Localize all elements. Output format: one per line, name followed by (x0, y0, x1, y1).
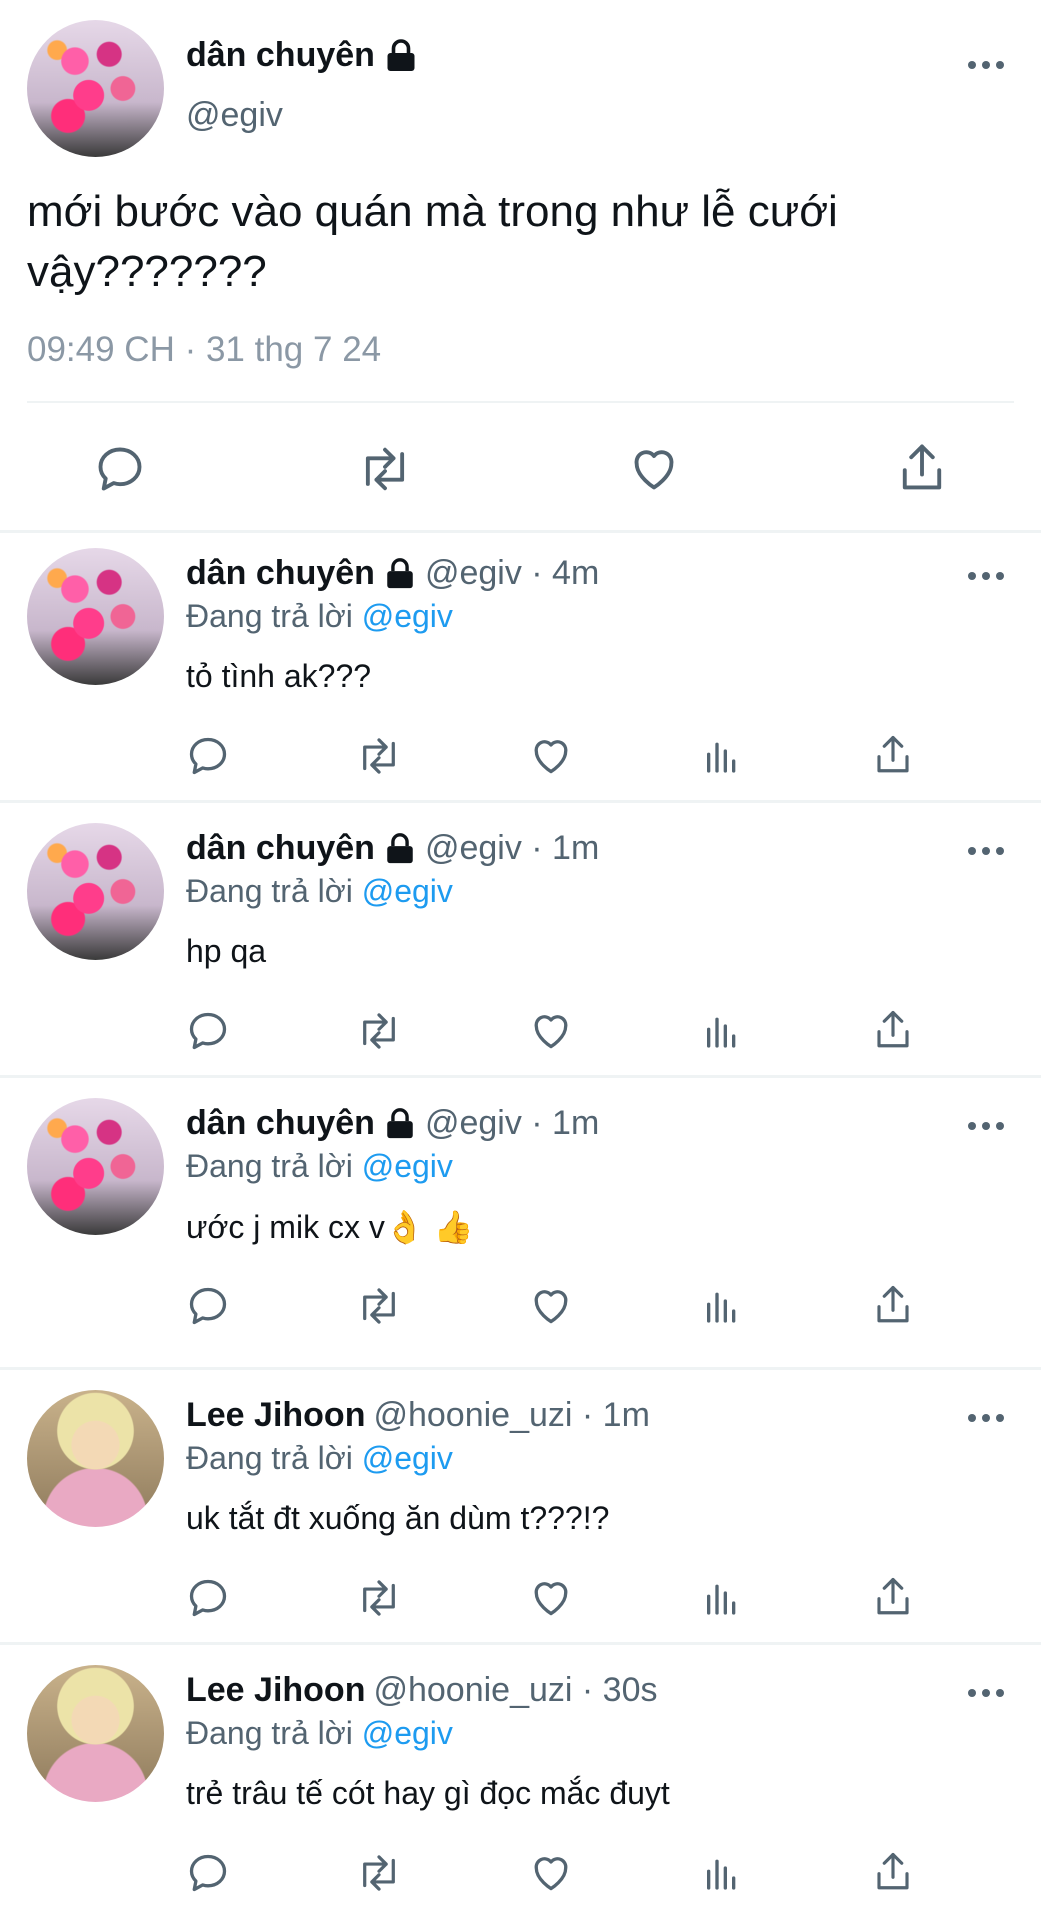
divider (0, 1642, 1041, 1645)
reply-text-content: uk tắt đt xuống ăn dùm t???!? (186, 1500, 610, 1536)
mention-link[interactable]: @egiv (362, 1715, 453, 1751)
reply-header: dân chuyên @egiv · 1m (186, 1104, 599, 1143)
timestamp: 09:49 CH · 31 thg 7 24 (27, 330, 382, 369)
author-handle[interactable]: @hoonie_uzi · 1m (373, 1396, 649, 1435)
replying-to-label: Đang trả lời (186, 598, 353, 634)
share-icon[interactable] (872, 731, 914, 779)
replying-to-label: Đang trả lời (186, 1440, 353, 1476)
share-icon[interactable] (872, 1848, 914, 1896)
lock-icon (387, 832, 413, 863)
author-handle[interactable]: @egiv · 1m (425, 829, 599, 868)
retweet-icon[interactable] (354, 1576, 404, 1620)
avatar[interactable] (27, 548, 164, 685)
analytics-icon[interactable] (702, 734, 742, 778)
more-options-icon[interactable] (966, 1120, 1006, 1132)
author-handle[interactable]: @egiv · 1m (425, 1104, 599, 1143)
reply-icon[interactable] (94, 443, 146, 495)
reply-icon[interactable] (186, 1009, 230, 1053)
author-name[interactable]: dân chuyên (186, 36, 375, 75)
reply-icon[interactable] (186, 1284, 230, 1328)
mention-link[interactable]: @egiv (362, 873, 453, 909)
reply-text: uk tắt đt xuống ăn dùm t???!? (186, 1500, 609, 1537)
like-icon[interactable] (529, 1576, 573, 1620)
avatar[interactable] (27, 1390, 164, 1527)
avatar[interactable] (27, 1665, 164, 1802)
avatar[interactable] (27, 1098, 164, 1235)
lock-icon (387, 1107, 413, 1138)
reply-text: trẻ trâu tế cót hay gì đọc mắc đuyt (186, 1775, 670, 1812)
reply-text-content: ước j mik cx v (186, 1209, 385, 1245)
divider (27, 401, 1014, 403)
retweet-icon[interactable] (355, 443, 415, 495)
divider (0, 1075, 1041, 1078)
analytics-icon[interactable] (702, 1851, 742, 1895)
reply-text-content: trẻ trâu tế cót hay gì đọc mắc đuyt (186, 1775, 670, 1811)
analytics-icon[interactable] (702, 1009, 742, 1053)
share-icon[interactable] (872, 1281, 914, 1329)
reply-header: Lee Jihoon @hoonie_uzi · 1m (186, 1396, 650, 1435)
analytics-icon[interactable] (702, 1284, 742, 1328)
author-handle[interactable]: @hoonie_uzi · 30s (373, 1671, 657, 1710)
tweet-text-line-1: mới bước vào quán mà trong như lễ cưới (27, 187, 838, 236)
author-handle[interactable]: @egiv · 4m (425, 554, 599, 593)
tweet-text-line-2: vậy??????? (27, 247, 267, 296)
mention-link[interactable]: @egiv (362, 598, 453, 634)
reply-text: ước j mik cx v👌 👍 (186, 1208, 473, 1246)
analytics-icon[interactable] (702, 1576, 742, 1620)
replying-to: Đang trả lời @egiv (186, 1148, 453, 1185)
divider (0, 1367, 1041, 1370)
retweet-icon[interactable] (354, 1009, 404, 1053)
reply-text-content: hp qa (186, 933, 267, 969)
more-options-icon[interactable] (966, 845, 1006, 857)
replying-to-label: Đang trả lời (186, 1148, 353, 1184)
retweet-icon[interactable] (354, 734, 404, 778)
lock-icon (387, 557, 413, 588)
share-icon[interactable] (872, 1006, 914, 1054)
replying-to: Đang trả lời @egiv (186, 1440, 453, 1477)
author-handle[interactable]: @egiv (186, 96, 283, 135)
like-icon[interactable] (627, 443, 681, 495)
reply-header: dân chuyên @egiv · 4m (186, 554, 599, 593)
reply-text: hp qa (186, 933, 266, 970)
tweet-text: mới bước vào quán mà trong như lễ cưới v… (27, 182, 838, 302)
mention-link[interactable]: @egiv (362, 1148, 453, 1184)
reply-text-content: tỏ tình ak??? (186, 658, 372, 694)
share-icon[interactable] (896, 440, 948, 496)
reply-emoji: 👌 👍 (384, 1209, 474, 1245)
replying-to: Đang trả lời @egiv (186, 873, 453, 910)
author-name[interactable]: dân chuyên (186, 554, 375, 593)
author-name[interactable]: dân chuyên (186, 1104, 375, 1143)
more-options-icon[interactable] (966, 59, 1006, 71)
author-name[interactable]: Lee Jihoon (186, 1396, 365, 1435)
like-icon[interactable] (529, 1009, 573, 1053)
more-options-icon[interactable] (966, 1687, 1006, 1699)
reply-header: Lee Jihoon @hoonie_uzi · 30s (186, 1671, 658, 1710)
reply-text: tỏ tình ak??? (186, 658, 371, 695)
more-options-icon[interactable] (966, 570, 1006, 582)
more-options-icon[interactable] (966, 1412, 1006, 1424)
reply-icon[interactable] (186, 734, 230, 778)
reply-header: dân chuyên @egiv · 1m (186, 829, 599, 868)
avatar[interactable] (27, 20, 164, 157)
share-icon[interactable] (872, 1573, 914, 1621)
divider (0, 530, 1041, 533)
replying-to: Đang trả lời @egiv (186, 598, 453, 635)
retweet-icon[interactable] (354, 1851, 404, 1895)
like-icon[interactable] (529, 734, 573, 778)
replying-to-label: Đang trả lời (186, 873, 353, 909)
divider (0, 800, 1041, 803)
mention-link[interactable]: @egiv (362, 1440, 453, 1476)
reply-icon[interactable] (186, 1576, 230, 1620)
replying-to: Đang trả lời @egiv (186, 1715, 453, 1752)
reply-icon[interactable] (186, 1851, 230, 1895)
lock-icon (387, 38, 415, 71)
author-name[interactable]: dân chuyên (186, 829, 375, 868)
like-icon[interactable] (529, 1284, 573, 1328)
avatar[interactable] (27, 823, 164, 960)
retweet-icon[interactable] (354, 1284, 404, 1328)
like-icon[interactable] (529, 1851, 573, 1895)
replying-to-label: Đang trả lời (186, 1715, 353, 1751)
author-name[interactable]: Lee Jihoon (186, 1671, 365, 1710)
